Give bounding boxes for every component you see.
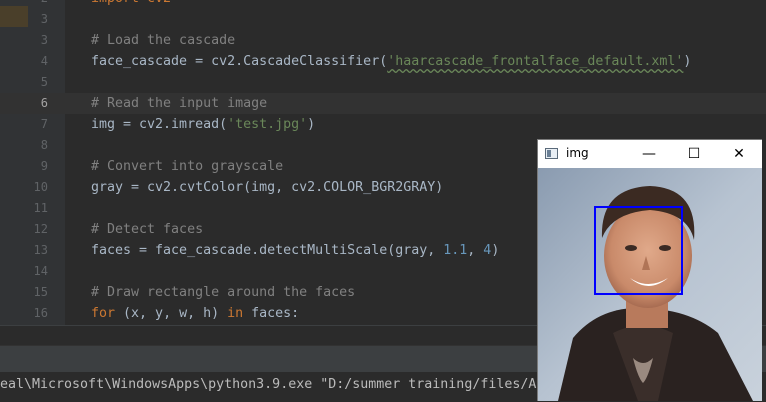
code-token: face_cascade = cv2.CascadeClassifier( xyxy=(91,54,388,69)
code-token: (x, y, w, h) xyxy=(115,306,228,321)
code-token: ) xyxy=(491,243,500,258)
code-line[interactable]: 3 xyxy=(0,9,766,30)
face-detection-box xyxy=(594,206,683,295)
minimize-button[interactable]: — xyxy=(626,140,672,168)
line-number: 3 xyxy=(40,12,48,26)
code-token: , xyxy=(467,243,484,258)
code-token: ) xyxy=(307,117,316,132)
code-token: 'haarcascade_frontalface_default.xml' xyxy=(387,54,684,69)
code-text: # Detect faces xyxy=(91,219,203,240)
code-token: faces = face_cascade.detectMultiScale(gr… xyxy=(91,243,444,258)
code-line[interactable]: 4 face_cascade = cv2.CascadeClassifier('h… xyxy=(0,51,766,72)
code-token: img = cv2.imread( xyxy=(91,117,228,132)
code-token: import cv2 xyxy=(91,0,171,6)
window-titlebar[interactable]: img — ☐ ✕ xyxy=(538,140,762,168)
line-number: 12 xyxy=(33,222,48,236)
code-token: # Detect faces xyxy=(91,222,204,237)
line-number: 2 xyxy=(0,0,48,9)
code-token: # Read the input image xyxy=(91,96,268,111)
close-button[interactable]: ✕ xyxy=(716,140,762,168)
console-command-text: eal\Microsoft\WindowsApps\python3.9.exe … xyxy=(0,377,545,392)
code-token: for xyxy=(91,306,116,321)
line-number: 14 xyxy=(33,264,48,278)
code-text: # Read the input image xyxy=(91,93,267,114)
code-token: faces: xyxy=(243,306,300,321)
image-preview-window[interactable]: img — ☐ ✕ xyxy=(537,139,762,401)
line-number: 15 xyxy=(33,285,48,299)
window-title: img xyxy=(566,146,589,160)
line-number: 11 xyxy=(33,201,48,215)
line-number: 16 xyxy=(33,306,48,320)
code-text: # Convert into grayscale xyxy=(91,156,283,177)
code-token: in xyxy=(227,306,244,321)
code-text: gray = cv2.cvtColor(img, cv2.COLOR_BGR2G… xyxy=(91,177,443,198)
line-number: 4 xyxy=(40,54,48,68)
code-token: # Convert into grayscale xyxy=(91,159,284,174)
code-token: # Draw rectangle around the faces xyxy=(91,285,356,300)
code-text: img = cv2.imread('test.jpg') xyxy=(91,114,315,135)
line-number: 8 xyxy=(40,138,48,152)
window-app-icon xyxy=(545,148,558,159)
code-text: for (x, y, w, h) in faces: xyxy=(91,303,299,324)
line-number: 10 xyxy=(33,180,48,194)
code-text: # Load the cascade xyxy=(91,30,235,51)
code-line[interactable]: 5 xyxy=(0,72,766,93)
code-token: 'test.jpg' xyxy=(227,117,308,132)
code-line[interactable]: 3 # Load the cascade xyxy=(0,30,766,51)
maximize-button[interactable]: ☐ xyxy=(671,140,717,168)
code-line[interactable]: 2 import cv2 xyxy=(0,0,766,9)
code-token: # Load the cascade xyxy=(91,33,236,48)
code-text: face_cascade = cv2.CascadeClassifier('ha… xyxy=(91,51,691,72)
line-number: 13 xyxy=(33,243,48,257)
detected-face-photo xyxy=(538,168,762,401)
line-number: 3 xyxy=(40,33,48,47)
code-token: gray = cv2.cvtColor(img, cv2.COLOR_BGR2G… xyxy=(91,180,444,195)
code-text: faces = face_cascade.detectMultiScale(gr… xyxy=(91,240,499,261)
line-number: 7 xyxy=(40,117,48,131)
code-text: import cv2 xyxy=(91,0,171,9)
code-token: 1.1 xyxy=(443,243,468,258)
line-number: 6 xyxy=(40,96,48,110)
code-line[interactable]: 6 # Read the input image xyxy=(0,93,766,114)
line-number: 5 xyxy=(40,75,48,89)
line-number: 9 xyxy=(40,159,48,173)
code-line[interactable]: 7 img = cv2.imread('test.jpg') xyxy=(0,114,766,135)
code-token: ) xyxy=(683,54,692,69)
code-text: # Draw rectangle around the faces xyxy=(91,282,355,303)
